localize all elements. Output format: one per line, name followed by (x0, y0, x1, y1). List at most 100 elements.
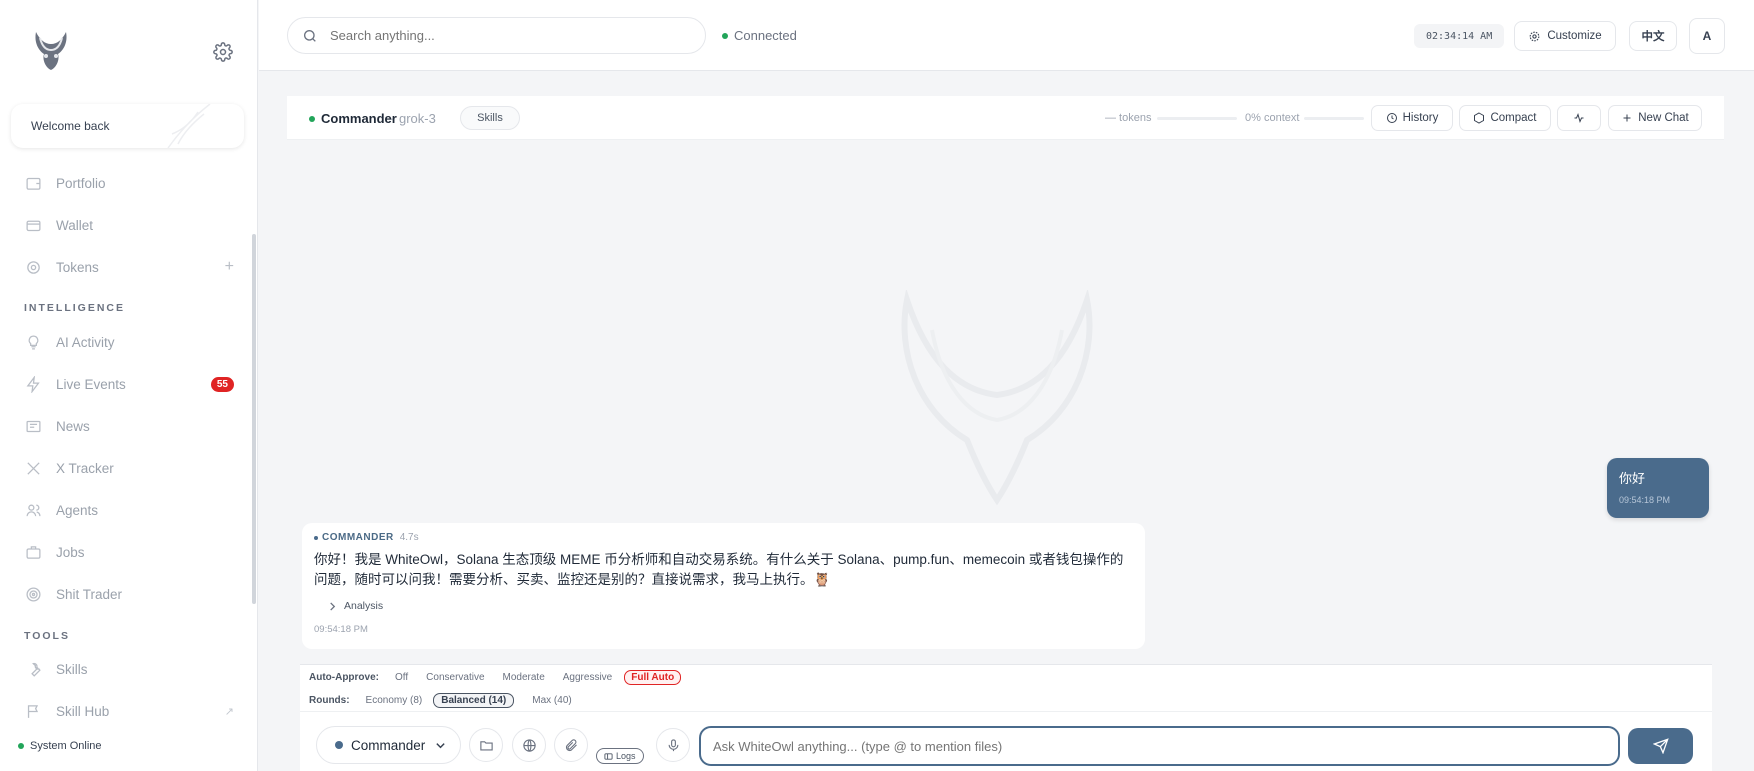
target-icon (24, 585, 42, 603)
skills-button[interactable]: Skills (460, 106, 520, 130)
sidebar: Welcome back Portfolio Wallet Tokens + I… (0, 0, 258, 771)
sidebar-item-label: Agents (56, 502, 99, 518)
agent-dot-icon (335, 741, 343, 749)
x-icon (24, 459, 42, 477)
sidebar-item-jobs[interactable]: Jobs (24, 540, 234, 564)
sidebar-item-shit-trader[interactable]: Shit Trader (24, 582, 234, 606)
auto-approve-aggressive[interactable]: Aggressive (563, 672, 612, 683)
flag-icon (24, 702, 42, 720)
token-count: — tokens (1105, 112, 1152, 124)
microphone-icon (668, 738, 678, 751)
user-message-bubble: 你好 09:54:18 PM (1607, 458, 1709, 518)
clock: 02:34:14 AM (1414, 24, 1505, 48)
agent-selector[interactable]: Commander (316, 726, 461, 764)
bolt-icon (24, 375, 42, 393)
language-toggle-button[interactable]: 中文 (1629, 21, 1677, 51)
send-icon (1652, 738, 1669, 754)
mic-button[interactable] (656, 728, 690, 762)
sidebar-item-ai-activity[interactable]: AI Activity (24, 330, 234, 354)
rounds-economy[interactable]: Economy (8) (366, 695, 423, 706)
response-duration: 4.7s (399, 532, 419, 543)
attach-button[interactable] (554, 728, 588, 762)
sidebar-item-live-events[interactable]: Live Events 55 (24, 372, 234, 396)
connected-dot-icon (722, 32, 728, 39)
sidebar-item-portfolio[interactable]: Portfolio (24, 171, 234, 195)
rounds-max[interactable]: Max (40) (532, 695, 571, 706)
web-button[interactable] (512, 728, 546, 762)
new-chat-label: New Chat (1638, 112, 1689, 124)
sidebar-item-label: X Tracker (56, 460, 114, 476)
user-message-text: 你好 (1619, 471, 1646, 486)
assistant-sender: COMMANDER (322, 532, 394, 543)
auto-approve-row: Auto-Approve: Off Conservative Moderate … (309, 670, 699, 685)
news-icon (24, 417, 42, 435)
search-input[interactable] (330, 28, 680, 43)
activity-pulse-icon (1574, 113, 1584, 123)
sender-dot-icon (314, 535, 318, 540)
sidebar-item-label: Jobs (56, 544, 85, 560)
users-icon (24, 501, 42, 519)
gear-icon (1529, 31, 1540, 41)
rounds-balanced[interactable]: Balanced (14) (433, 693, 515, 708)
logs-icon (604, 752, 613, 760)
sidebar-item-skills[interactable]: Skills (24, 657, 234, 681)
globe-icon (522, 738, 536, 752)
auto-approve-moderate[interactable]: Moderate (503, 672, 545, 683)
context-usage: 0% context (1245, 112, 1300, 124)
wrench-icon (24, 660, 42, 678)
sidebar-item-news[interactable]: News (24, 414, 234, 438)
chevron-right-icon (330, 601, 336, 611)
sidebar-scrollbar[interactable] (252, 234, 256, 604)
live-events-count-badge: 55 (210, 376, 234, 392)
analysis-toggle[interactable]: Analysis (328, 600, 1133, 612)
history-button[interactable]: History (1371, 105, 1453, 131)
sidebar-item-agents[interactable]: Agents (24, 498, 234, 522)
section-label-intelligence: INTELLIGENCE (24, 302, 126, 314)
send-button[interactable] (1628, 728, 1693, 764)
portfolio-icon (24, 174, 42, 192)
sidebar-item-tokens[interactable]: Tokens + (24, 255, 234, 279)
search-icon (304, 29, 316, 42)
plus-icon (1623, 114, 1631, 122)
analysis-label: Analysis (344, 600, 384, 612)
sidebar-item-label: Skill Hub (56, 703, 110, 719)
welcome-text: Welcome back (31, 119, 110, 133)
message-input[interactable] (699, 726, 1620, 766)
sidebar-item-wallet[interactable]: Wallet (24, 213, 234, 237)
add-token-icon[interactable]: + (225, 258, 234, 276)
agent-name: Commander (309, 111, 397, 126)
settings-gear-icon[interactable] (213, 42, 233, 62)
auto-approve-conservative[interactable]: Conservative (426, 672, 484, 683)
logs-label: Logs (616, 751, 636, 761)
sidebar-item-x-tracker[interactable]: X Tracker (24, 456, 234, 480)
context-usage-bar (1304, 117, 1364, 120)
auto-approve-off[interactable]: Off (395, 672, 408, 683)
assistant-message-text: 你好！我是 WhiteOwl，Solana 生态顶级 MEME 币分析师和自动交… (314, 552, 1124, 587)
clock-icon (1386, 113, 1397, 123)
welcome-card: Welcome back (11, 104, 244, 148)
customize-button[interactable]: Customize (1514, 21, 1616, 51)
model-separator: · (390, 111, 395, 126)
briefcase-icon (24, 543, 42, 561)
topbar: Connected 02:34:14 AM Customize 中文 A (259, 0, 1754, 71)
sidebar-item-label: Shit Trader (56, 586, 123, 602)
folder-button[interactable] (469, 728, 503, 762)
customize-label: Customize (1547, 30, 1602, 42)
sidebar-item-label: Portfolio (56, 175, 106, 191)
rounds-row: Rounds: Economy (8) Balanced (14) Max (4… (309, 693, 590, 708)
auto-approve-full-auto[interactable]: Full Auto (624, 670, 682, 685)
new-chat-button[interactable]: New Chat (1608, 105, 1702, 131)
owl-logo-icon[interactable] (30, 28, 72, 72)
compact-label: Compact (1490, 112, 1537, 124)
compact-button[interactable]: Compact (1459, 105, 1551, 131)
feather-decoration-icon (167, 104, 211, 148)
logs-button[interactable]: Logs (596, 748, 644, 764)
folder-icon (479, 740, 493, 750)
sidebar-item-label: Tokens (56, 259, 99, 275)
sidebar-item-label: Wallet (56, 217, 94, 233)
search-box[interactable] (287, 17, 706, 54)
activity-button[interactable] (1557, 105, 1601, 131)
avatar[interactable]: A (1689, 18, 1725, 54)
sidebar-item-label: Live Events (56, 376, 126, 392)
sidebar-item-skill-hub[interactable]: Skill Hub ↗ (24, 699, 234, 723)
